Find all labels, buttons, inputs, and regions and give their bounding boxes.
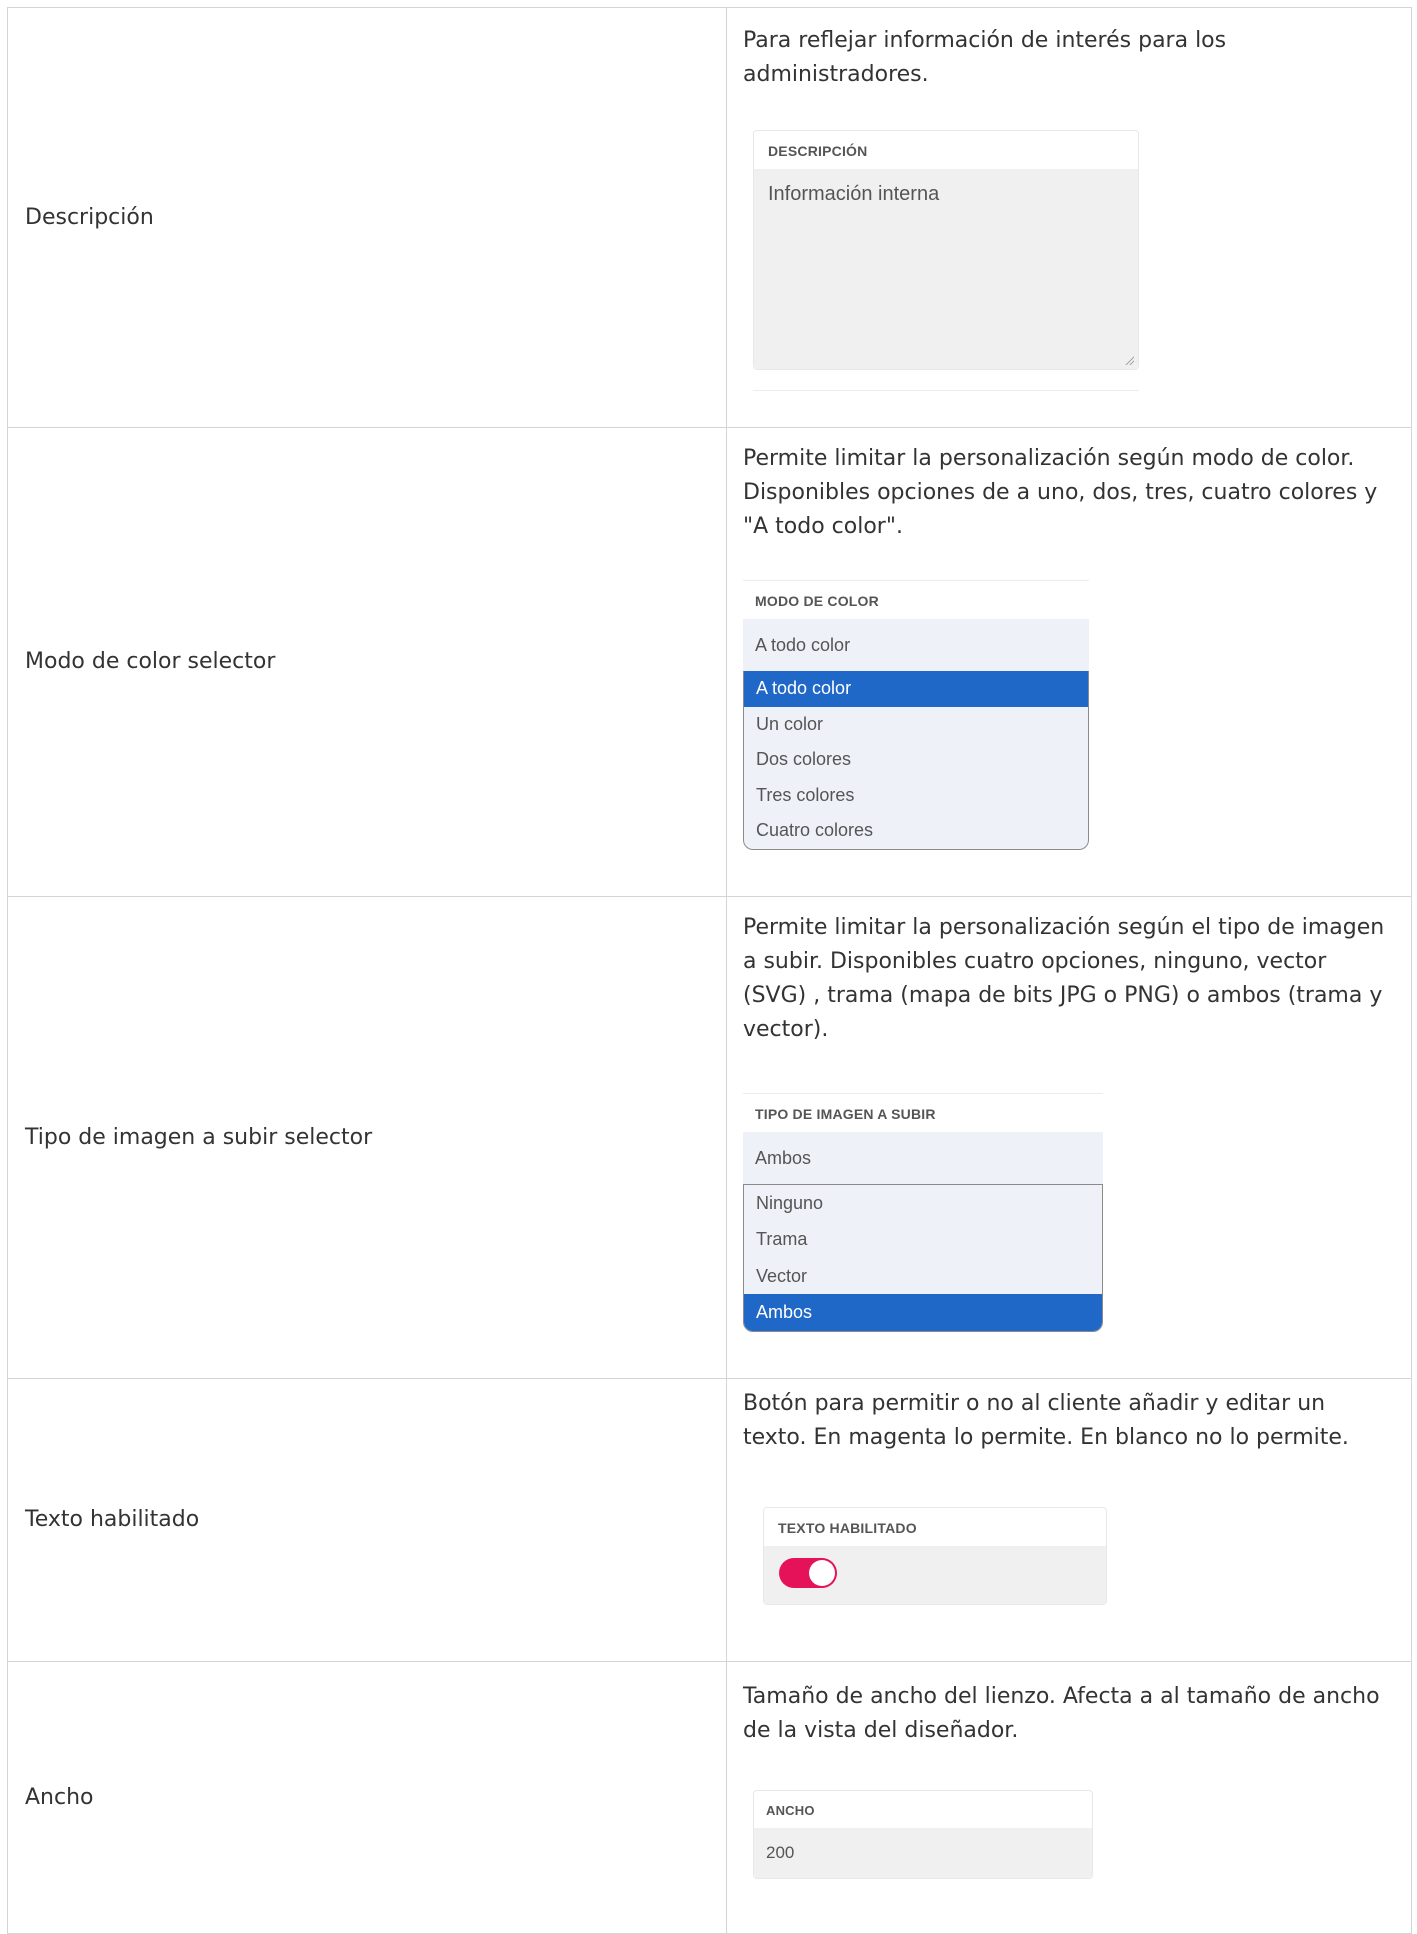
option-trama[interactable]: Trama — [744, 1221, 1102, 1258]
option-cuatro-colores[interactable]: Cuatro colores — [744, 813, 1088, 849]
divider — [753, 390, 1139, 391]
tipo-imagen-options: Ninguno Trama Vector Ambos — [743, 1183, 1103, 1332]
descripcion-textarea[interactable]: Información interna — [754, 169, 1138, 369]
descripcion-widget: DESCRIPCIÓN Información interna — [753, 130, 1139, 391]
property-name: Texto habilitado — [7, 1377, 727, 1662]
field-label: DESCRIPCIÓN — [768, 143, 868, 159]
option-ninguno[interactable]: Ninguno — [744, 1185, 1102, 1222]
property-description-cell: Para reflejar información de interés par… — [726, 7, 1412, 428]
ancho-field: ANCHO 200 — [753, 1789, 1093, 1879]
table-row: Descripción Para reflejar información de… — [7, 7, 1412, 428]
option-dos-colores[interactable]: Dos colores — [744, 742, 1088, 778]
tipo-imagen-widget: TIPO DE IMAGEN A SUBIR Ambos Ninguno Tra… — [743, 1092, 1103, 1332]
option-a-todo-color[interactable]: A todo color — [744, 671, 1088, 707]
field-label: TIPO DE IMAGEN A SUBIR — [743, 1092, 1103, 1132]
option-tres-colores[interactable]: Tres colores — [744, 778, 1088, 814]
field-label: ANCHO — [766, 1802, 815, 1818]
toggle-container — [764, 1545, 1106, 1604]
ancho-widget: ANCHO 200 — [753, 1789, 1093, 1879]
table-row: Tipo de imagen a subir selector Permite … — [7, 895, 1412, 1379]
property-name: Tipo de imagen a subir selector — [7, 895, 727, 1379]
texto-habilitado-toggle[interactable] — [779, 1557, 837, 1588]
property-description-cell: Permite limitar la personalización según… — [726, 427, 1412, 897]
resize-grip-icon[interactable] — [1124, 355, 1134, 365]
property-name: Ancho — [7, 1660, 727, 1934]
ancho-input[interactable]: 200 — [754, 1827, 1092, 1878]
property-description-cell: Tamaño de ancho del lienzo. Afecta a al … — [726, 1660, 1412, 1934]
toggle-knob — [809, 1559, 835, 1586]
table-row: Modo de color selector Permite limitar l… — [7, 427, 1412, 897]
descripcion-field: DESCRIPCIÓN Información interna — [753, 130, 1139, 370]
texto-habilitado-widget: TEXTO HABILITADO — [763, 1506, 1107, 1605]
property-description-cell: Permite limitar la personalización según… — [726, 895, 1412, 1379]
modo-color-widget: MODO DE COLOR A todo color A todo color … — [743, 580, 1089, 850]
property-description: Para reflejar información de interés par… — [743, 28, 1227, 87]
table-row: Texto habilitado Botón para permitir o n… — [7, 1377, 1412, 1662]
option-vector[interactable]: Vector — [744, 1258, 1102, 1295]
texto-habilitado-field: TEXTO HABILITADO — [763, 1506, 1107, 1605]
tipo-imagen-select[interactable]: Ambos — [743, 1131, 1103, 1184]
property-description-cell: Botón para permitir o no al cliente añad… — [726, 1377, 1412, 1662]
property-name: Modo de color selector — [7, 427, 727, 897]
textarea-value: Información interna — [768, 183, 940, 205]
property-name: Descripción — [7, 7, 727, 428]
field-label: MODO DE COLOR — [743, 580, 1089, 619]
table-row: Ancho Tamaño de ancho del lienzo. Afecta… — [7, 1660, 1412, 1934]
property-description: Tamaño de ancho del lienzo. Afecta a al … — [743, 1683, 1380, 1743]
properties-table: Descripción Para reflejar información de… — [7, 7, 1412, 1934]
modo-color-options: A todo color Un color Dos colores Tres c… — [743, 671, 1089, 850]
option-un-color[interactable]: Un color — [744, 707, 1088, 743]
modo-color-select[interactable]: A todo color — [743, 619, 1089, 671]
option-ambos[interactable]: Ambos — [744, 1294, 1102, 1331]
property-description: Permite limitar la personalización según… — [743, 446, 1378, 539]
property-description: Botón para permitir o no al cliente añad… — [743, 1390, 1349, 1450]
property-description: Permite limitar la personalización según… — [743, 914, 1385, 1042]
field-label: TEXTO HABILITADO — [778, 1519, 917, 1536]
